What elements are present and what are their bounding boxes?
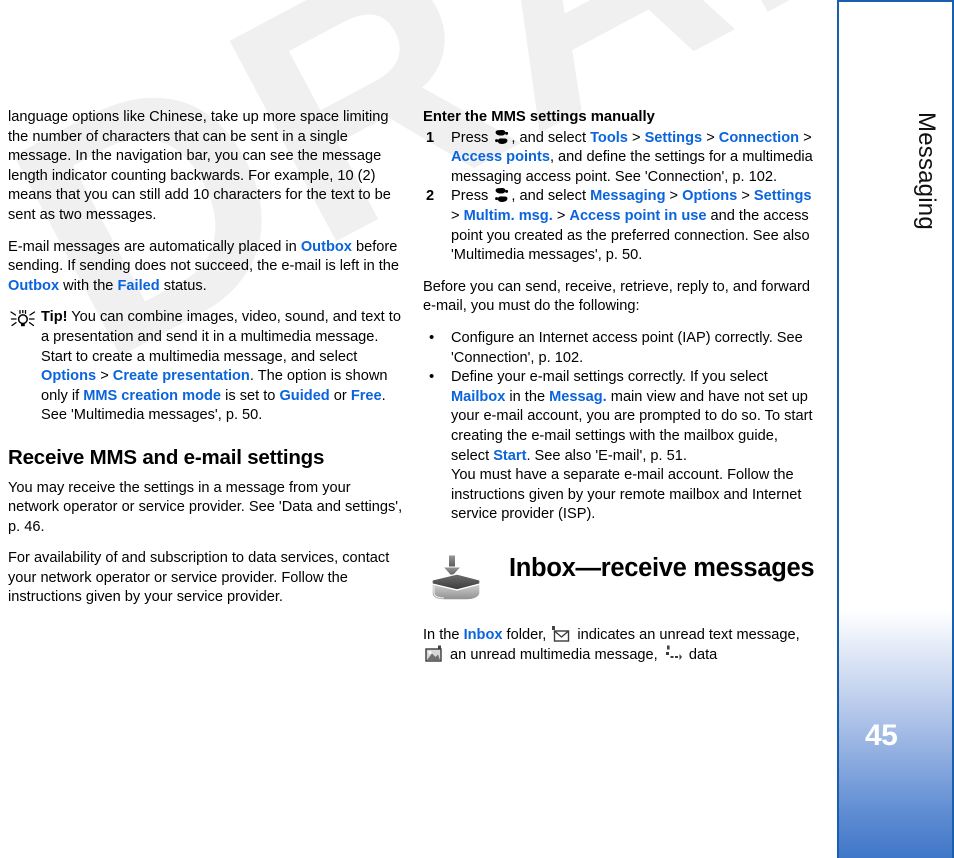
subheading-enter-mms-manually: Enter the MMS settings manually	[423, 109, 655, 125]
page-number: 45	[865, 719, 898, 752]
ui-term-messag: Messag.	[549, 388, 607, 405]
bullet-marker: •	[429, 368, 435, 386]
text-fragment: or	[329, 387, 351, 404]
numbered-step: 1 Press , and select Tools > Settings > C…	[426, 129, 813, 185]
numbered-step: 2 Press , and select Messaging > Options …	[426, 187, 812, 264]
ui-term-outbox: Outbox	[8, 277, 60, 294]
ui-term-mailbox: Mailbox	[451, 388, 506, 405]
ui-term-settings: Settings	[644, 129, 703, 146]
numbered-steps-list: 1 Press , and select Tools > Settings > C…	[423, 129, 820, 266]
paragraph-inbox-folder: In the Inbox folder, indicates an unread…	[423, 625, 820, 666]
ui-term-start: Start	[493, 447, 527, 464]
data-message-icon	[663, 645, 684, 663]
ui-term-settings: Settings	[753, 188, 812, 205]
text-fragment: . See also 'E-mail', p. 51.	[526, 447, 687, 464]
unread-text-message-icon	[551, 625, 572, 643]
text-fragment: In the	[423, 626, 464, 643]
text-fragment: status.	[159, 277, 207, 294]
text-fragment: Define your e-mail settings correctly. I…	[451, 369, 768, 386]
section-heading-receive-mms: Receive MMS and e-mail settings	[8, 445, 325, 469]
bullet-item: • Configure an Internet access point (IAP…	[423, 329, 820, 368]
ui-term-options: Options	[41, 368, 97, 385]
paragraph-availability: For availability of and subscription to …	[8, 550, 390, 606]
bullet-marker: •	[429, 328, 435, 346]
text-fragment: in the	[505, 388, 550, 405]
paragraph-email-outbox: E-mail messages are automatically placed…	[8, 238, 405, 297]
text-fragment: , and select	[511, 188, 591, 205]
right-text-column: Enter the MMS settings manually 1 Press ,…	[423, 108, 820, 678]
ui-term-connection: Connection	[718, 129, 800, 146]
unread-multimedia-message-icon	[424, 645, 445, 663]
text-fragment: with the	[59, 277, 118, 294]
tip-label: Tip!	[41, 309, 68, 326]
text-fragment: E-mail messages are automatically placed…	[8, 238, 301, 255]
ui-term-tools: Tools	[590, 129, 628, 146]
paragraph-before-you-can: Before you can send, receive, retrieve, …	[423, 278, 810, 315]
sidebar-chapter-label: Messaging	[913, 112, 940, 230]
inbox-tray-icon	[424, 553, 484, 605]
step-number: 2	[426, 188, 435, 205]
left-text-column: language options like Chinese, take up m…	[8, 108, 405, 620]
bullet-list: • Configure an Internet access point (IAP…	[423, 329, 820, 525]
text-fragment: folder,	[502, 626, 551, 643]
press-label: Press	[451, 188, 489, 205]
text-fragment: , and select	[511, 129, 591, 146]
ui-term-free: Free	[350, 387, 382, 404]
ui-term-messaging: Messaging	[590, 188, 666, 205]
lightbulb-tip-icon	[10, 309, 36, 327]
nokia-menu-key-icon	[494, 187, 509, 203]
ui-term-outbox: Outbox	[300, 238, 352, 255]
ui-term-access-points: Access points	[451, 149, 550, 166]
paragraph-may-receive: You may receive the settings in a messag…	[8, 479, 403, 535]
ui-term-mms-creation-mode: MMS creation mode	[83, 387, 222, 404]
ui-term-guided: Guided	[279, 387, 330, 404]
ui-term-access-point-in-use: Access point in use	[569, 207, 707, 224]
text-fragment: an unread multimedia message,	[446, 647, 662, 664]
bullet-text: Configure an Internet access point (IAP)…	[451, 329, 803, 366]
ui-term-inbox: Inbox	[463, 626, 503, 643]
text-fragment: data	[684, 647, 718, 664]
text-fragment: indicates an unread text message,	[573, 626, 800, 643]
press-label: Press	[451, 129, 489, 146]
manual-page: language options like Chinese, take up m…	[0, 0, 954, 858]
nokia-menu-key-icon	[494, 129, 509, 145]
tip-block: Tip! You can combine images, video, soun…	[8, 308, 405, 426]
step-number: 1	[426, 129, 435, 146]
ui-term-options: Options	[682, 188, 738, 205]
text-fragment: You must have a separate e-mail account.…	[451, 467, 802, 523]
ui-term-failed: Failed	[117, 277, 160, 294]
separator: >	[96, 368, 113, 385]
chapter-heading-inbox: Inbox—receive messages	[423, 551, 820, 607]
ui-term-multim-msg: Multim. msg.	[463, 207, 553, 224]
paragraph-continuation: language options like Chinese, take up m…	[8, 109, 391, 223]
text-fragment: You can combine images, video, sound, an…	[41, 309, 401, 365]
ui-term-create-presentation: Create presentation	[112, 368, 250, 385]
chapter-sidebar: Messaging 45	[837, 0, 954, 858]
bullet-item: • Define your e-mail settings correctly. …	[423, 368, 820, 525]
text-fragment: is set to	[221, 387, 280, 404]
